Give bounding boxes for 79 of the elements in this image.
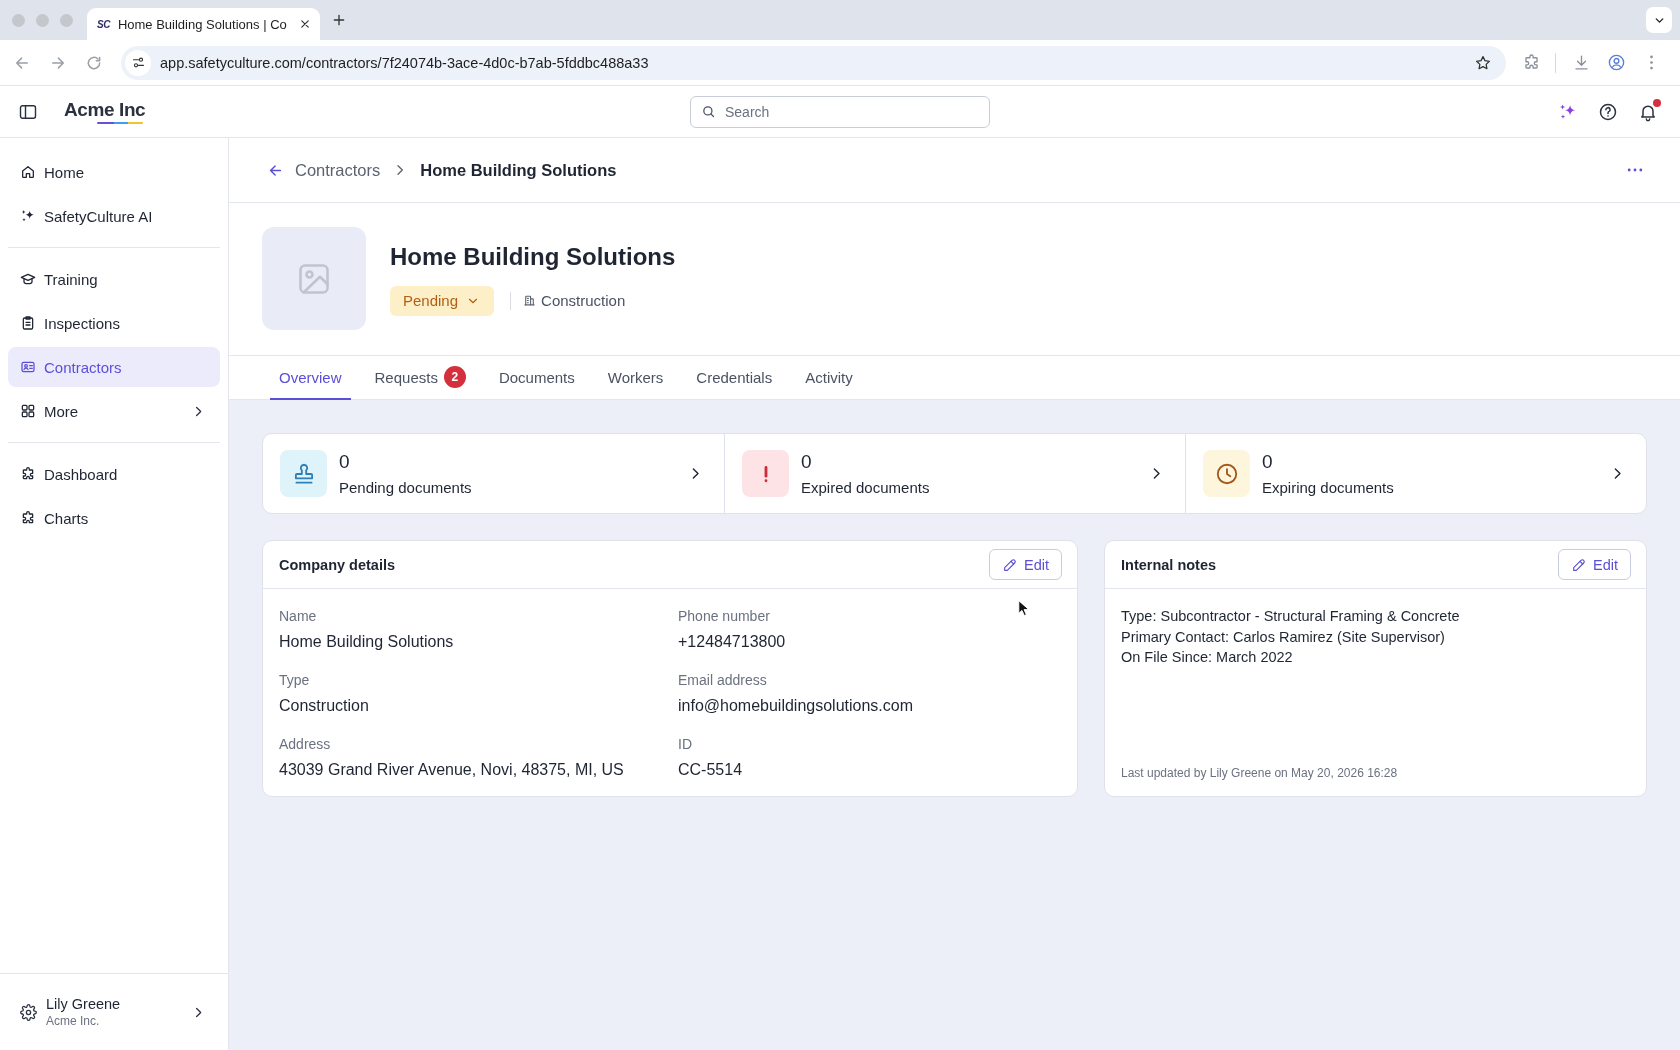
site-settings-icon[interactable]: [125, 49, 151, 76]
note-line: Primary Contact: Carlos Ramirez (Site Supervisor): [1121, 627, 1445, 647]
plus-icon[interactable]: [331, 12, 347, 28]
count-badge: 2: [443, 366, 466, 388]
note-line: Type: Subcontractor - Structural Framing & Concrete: [1121, 607, 1460, 626]
document-count: 0: [801, 450, 812, 473]
search-icon: [701, 104, 716, 119]
edit-button[interactable]: Edit: [1558, 549, 1631, 580]
star-icon[interactable]: [1474, 53, 1492, 72]
tab[interactable]: Activity: [796, 356, 862, 400]
company-type: Construction: [541, 292, 626, 309]
field-label: Name: [279, 607, 317, 626]
organization-name: Acme Inc.: [46, 1013, 100, 1029]
puzzle-icon[interactable]: [1522, 53, 1541, 72]
tab[interactable]: Overview: [270, 356, 351, 400]
search-field[interactable]: Search: [690, 95, 990, 128]
clock-icon: [1203, 450, 1250, 497]
profile-icon[interactable]: [1607, 53, 1626, 72]
document-count: 0: [339, 450, 350, 473]
field-label: ID: [678, 735, 692, 754]
breadcrumb-current: Home Building Solutions: [420, 160, 617, 180]
note-line: On File Since: March 2022: [1121, 648, 1293, 667]
close-icon[interactable]: [298, 17, 312, 31]
gear-icon[interactable]: [20, 1003, 37, 1021]
pencil-icon: [1002, 556, 1018, 573]
field-value: +12484713800: [678, 632, 786, 652]
sidebar-item[interactable]: Inspections: [8, 303, 220, 343]
exclamation-icon: [742, 450, 789, 497]
download-icon[interactable]: [1572, 53, 1591, 72]
field-label: Phone number: [678, 607, 770, 626]
field-label: Type: [279, 671, 310, 690]
breadcrumb-link[interactable]: Contractors: [295, 160, 381, 180]
clipboard-icon: [20, 315, 36, 331]
document-count: 0: [1262, 450, 1273, 473]
id-card-icon: [20, 359, 36, 375]
user-name: Lily Greene: [46, 995, 121, 1013]
puzzle-icon: [20, 466, 36, 482]
field-value: CC-5514: [678, 760, 743, 780]
sidebar-item[interactable]: Contractors: [8, 347, 220, 387]
home-icon: [20, 164, 36, 180]
address-text: app.safetyculture.com/contractors/7f24074b-3ace-4d0c-b7ab-5fddbc488a33: [160, 54, 649, 71]
status-dropdown[interactable]: Pending: [390, 285, 495, 316]
pencil-icon: [1571, 556, 1587, 573]
sidebar-item[interactable]: Dashboard: [8, 454, 220, 494]
graduation-cap-icon: [20, 271, 36, 287]
field-label: Email address: [678, 671, 767, 690]
document-label: Expired documents: [801, 477, 930, 497]
document-label: Expiring documents: [1262, 477, 1394, 497]
sidebar-item[interactable]: Home: [8, 152, 220, 192]
tab[interactable]: Documents: [489, 356, 584, 400]
last-updated-text: Last updated by Lily Greene on May 20, 2026 16:28: [1121, 766, 1398, 780]
edit-button[interactable]: Edit: [989, 549, 1062, 580]
browser-tab[interactable]: SC Home Building Solutions | Co: [87, 8, 320, 40]
field-value: 43039 Grand River Avenue, Novi, 48375, MI, US: [279, 760, 624, 780]
field-value: Construction: [279, 696, 369, 716]
stamp-icon: [280, 450, 327, 497]
favicon: SC: [97, 18, 110, 30]
tab-title: Home Building Solutions | Co: [117, 16, 288, 32]
tab[interactable]: Credentials: [687, 356, 782, 400]
card-title: Internal notes: [1121, 556, 1217, 573]
mouse-pointer-icon: [1018, 600, 1030, 617]
sidebar-item[interactable]: SafetyCulture AI: [8, 196, 220, 236]
sidebar-item[interactable]: Charts: [8, 498, 220, 538]
field-value: info@homebuildingsolutions.com: [678, 696, 914, 716]
building-icon: [523, 294, 537, 307]
document-label: Pending documents: [339, 477, 472, 497]
sidebar-item[interactable]: Training: [8, 259, 220, 299]
tab[interactable]: Workers: [598, 356, 673, 400]
company-name: Home Building Solutions: [390, 241, 676, 272]
field-value: Home Building Solutions: [279, 632, 454, 652]
logo[interactable]: Acme Inc: [64, 98, 146, 125]
help-icon[interactable]: [1598, 101, 1618, 122]
grid-icon: [20, 403, 36, 419]
sidebar-item[interactable]: More: [8, 391, 220, 431]
tab[interactable]: Requests 2: [365, 356, 475, 400]
card-title: Company details: [279, 556, 396, 573]
puzzle-icon: [20, 510, 36, 526]
address-bar[interactable]: app.safetyculture.com/contractors/7f24074b-3ace-4d0c-b7ab-5fddbc488a33: [121, 45, 1506, 80]
field-label: Address: [279, 735, 331, 754]
